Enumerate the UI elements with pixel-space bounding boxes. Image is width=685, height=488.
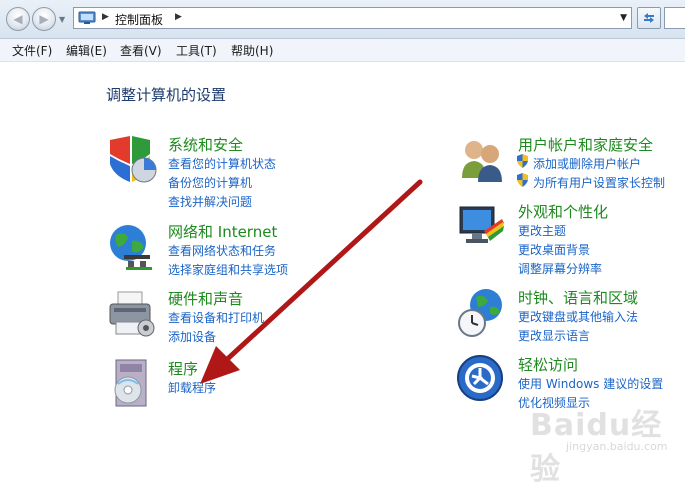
- link-change-background[interactable]: 更改桌面背景: [518, 241, 590, 258]
- breadcrumb-separator-icon[interactable]: ▶: [102, 12, 109, 22]
- menu-edit[interactable]: 编辑(E): [66, 42, 107, 59]
- navigation-bar: ◀ ▶ ▼ ▶ 控制面板 ▶ ▼: [0, 0, 685, 39]
- control-panel-icon: [78, 11, 96, 24]
- refresh-icon: [644, 13, 654, 23]
- users-icon[interactable]: [456, 134, 508, 186]
- address-bar[interactable]: ▶ 控制面板 ▶ ▼: [73, 7, 632, 29]
- link-parental-controls[interactable]: 为所有用户设置家长控制: [533, 174, 665, 191]
- category-title[interactable]: 外观和个性化: [518, 201, 608, 222]
- category-title[interactable]: 程序: [168, 358, 198, 379]
- link-backup[interactable]: 备份您的计算机: [168, 174, 252, 191]
- menu-bar: 文件(F) 编辑(E) 查看(V) 工具(T) 帮助(H): [0, 39, 685, 62]
- shield-pie-icon[interactable]: [106, 134, 158, 186]
- link-homegroup[interactable]: 选择家庭组和共享选项: [168, 261, 288, 278]
- address-dropdown-icon[interactable]: ▼: [620, 13, 627, 23]
- category-title[interactable]: 系统和安全: [168, 134, 243, 155]
- link-add-device[interactable]: 添加设备: [168, 328, 216, 345]
- category-title[interactable]: 网络和 Internet: [168, 221, 277, 242]
- link-change-theme[interactable]: 更改主题: [518, 222, 566, 239]
- back-arrow-icon: ◀: [13, 12, 23, 26]
- recent-pages-dropdown[interactable]: ▼: [59, 15, 65, 24]
- monitor-palette-icon[interactable]: [456, 201, 508, 253]
- menu-file[interactable]: 文件(F): [12, 42, 52, 59]
- link-windows-recommended[interactable]: 使用 Windows 建议的设置: [518, 375, 663, 392]
- menu-tools[interactable]: 工具(T): [176, 42, 217, 59]
- printer-icon[interactable]: [106, 288, 158, 340]
- menu-help[interactable]: 帮助(H): [231, 42, 273, 59]
- programs-disc-icon[interactable]: [106, 358, 158, 410]
- search-box[interactable]: [664, 7, 685, 29]
- globe-network-icon[interactable]: [106, 221, 158, 273]
- refresh-button[interactable]: [637, 7, 661, 29]
- breadcrumb-chevron-icon[interactable]: ▶: [175, 12, 182, 22]
- page-title: 调整计算机的设置: [106, 86, 227, 104]
- link-change-keyboard[interactable]: 更改键盘或其他输入法: [518, 308, 638, 325]
- category-title[interactable]: 硬件和声音: [168, 288, 243, 309]
- category-title[interactable]: 时钟、语言和区域: [518, 287, 638, 308]
- category-title[interactable]: 轻松访问: [518, 354, 578, 375]
- link-check-status[interactable]: 查看您的计算机状态: [168, 155, 276, 172]
- link-network-status[interactable]: 查看网络状态和任务: [168, 242, 276, 259]
- uac-shield-icon: [517, 173, 528, 187]
- baidu-watermark-url: jingyan.baidu.com: [566, 440, 668, 453]
- link-change-display-language[interactable]: 更改显示语言: [518, 327, 590, 344]
- breadcrumb-control-panel[interactable]: 控制面板: [115, 11, 163, 28]
- ease-of-access-icon[interactable]: [456, 354, 508, 406]
- link-uninstall-program[interactable]: 卸载程序: [168, 379, 216, 396]
- uac-shield-icon: [517, 154, 528, 168]
- link-add-remove-accounts[interactable]: 添加或删除用户帐户: [533, 155, 641, 172]
- category-title[interactable]: 用户帐户和家庭安全: [518, 134, 653, 155]
- forward-arrow-icon: ▶: [39, 12, 49, 26]
- link-devices-printers[interactable]: 查看设备和打印机: [168, 309, 264, 326]
- clock-globe-icon[interactable]: [456, 287, 508, 339]
- menu-view[interactable]: 查看(V): [120, 42, 162, 59]
- link-troubleshoot[interactable]: 查找并解决问题: [168, 193, 252, 210]
- back-button[interactable]: ◀: [6, 7, 30, 31]
- forward-button[interactable]: ▶: [32, 7, 56, 31]
- link-screen-resolution[interactable]: 调整屏幕分辨率: [518, 260, 602, 277]
